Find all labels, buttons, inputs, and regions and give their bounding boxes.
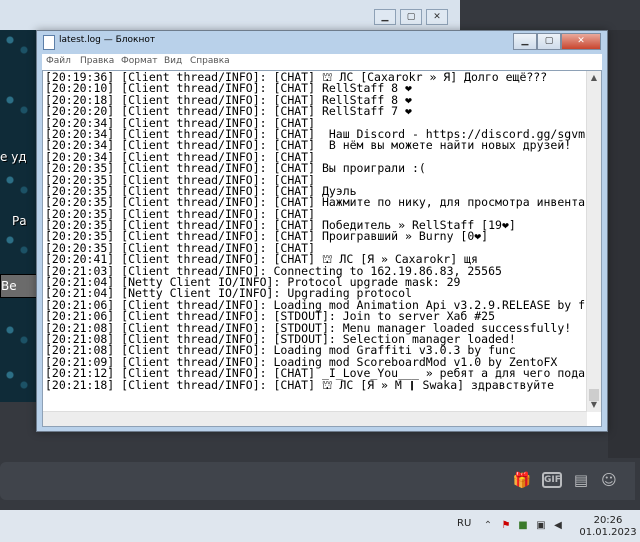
discord-message-input[interactable] (0, 462, 635, 500)
menu-help[interactable]: Справка (190, 56, 230, 66)
scroll-down-icon[interactable]: ▼ (587, 398, 601, 412)
game-text: е уд (0, 150, 27, 164)
bg-minimize-button[interactable]: ▁ (374, 9, 396, 25)
window-title: latest.log — Блокнот (59, 35, 156, 45)
clock-date: 01.01.2023 (579, 527, 637, 538)
network-icon[interactable]: ▣ (535, 520, 547, 532)
game-texture-tile (0, 170, 36, 200)
network-warning-icon[interactable]: ⚑ (500, 520, 512, 532)
background-game-window: е уд Ра Ве (0, 30, 36, 402)
chevron-up-icon[interactable]: ⌃ (482, 520, 494, 532)
maximize-button[interactable]: ▢ (537, 33, 561, 50)
game-texture-tile (0, 90, 36, 120)
background-discord-panel (608, 30, 640, 460)
bg-close-button[interactable]: ✕ (426, 9, 448, 25)
vertical-scrollbar[interactable]: ▲ ▼ (586, 71, 601, 412)
menu-view[interactable]: Вид (164, 56, 182, 66)
game-button: Ве (0, 274, 36, 298)
gift-icon[interactable]: 🎁 (512, 470, 532, 490)
menu-bar: Файл Правка Формат Вид Справка (42, 54, 602, 70)
horizontal-scrollbar[interactable] (43, 411, 587, 426)
log-line: [20:21:18] [Client thread/INFO]: [CHAT] … (45, 377, 555, 392)
menu-format[interactable]: Формат (121, 56, 158, 66)
background-window-controls: ▁ ▢ ✕ (374, 9, 448, 25)
taskbar: RU ⌃ ⚑ ■ ▣ ◀ 20:26 01.01.2023 (0, 510, 640, 542)
emoji-icon[interactable]: ☺ (599, 470, 619, 490)
menu-file[interactable]: Файл (46, 56, 71, 66)
game-button-label: Ве (1, 279, 17, 293)
sticker-icon[interactable]: ▤ (571, 470, 591, 490)
notepad-titlebar[interactable]: latest.log — Блокнот ▁ ▢ ✕ (37, 31, 607, 53)
gif-label: GIF (544, 475, 561, 485)
notepad-window: latest.log — Блокнот ▁ ▢ ✕ Файл Правка Ф… (36, 30, 608, 432)
background-window-titlebar: ▁ ▢ ✕ (0, 0, 460, 30)
game-texture-tile (0, 30, 36, 60)
window-controls: ▁ ▢ ✕ (513, 33, 601, 50)
gif-icon[interactable]: GIF (542, 472, 562, 488)
game-text: Ра (12, 214, 27, 228)
volume-icon[interactable]: ◀ (552, 520, 564, 532)
scroll-up-icon[interactable]: ▲ (587, 71, 601, 85)
game-texture-tile (0, 365, 36, 395)
notepad-icon (43, 35, 55, 50)
bg-maximize-button[interactable]: ▢ (400, 9, 422, 25)
close-button[interactable]: ✕ (561, 33, 601, 50)
clock-time: 20:26 (593, 515, 623, 526)
taskbar-clock[interactable]: 20:26 01.01.2023 (578, 515, 638, 539)
game-texture-tile (0, 230, 36, 260)
log-text[interactable]: [20:19:36] [Client thread/INFO]: [CHAT] … (45, 72, 593, 410)
game-texture-tile (0, 320, 36, 350)
language-indicator[interactable]: RU (457, 518, 471, 529)
nvidia-icon[interactable]: ■ (517, 520, 529, 532)
text-editor[interactable]: [20:19:36] [Client thread/INFO]: [CHAT] … (42, 70, 602, 427)
menu-edit[interactable]: Правка (80, 56, 114, 66)
minimize-button[interactable]: ▁ (513, 33, 537, 50)
